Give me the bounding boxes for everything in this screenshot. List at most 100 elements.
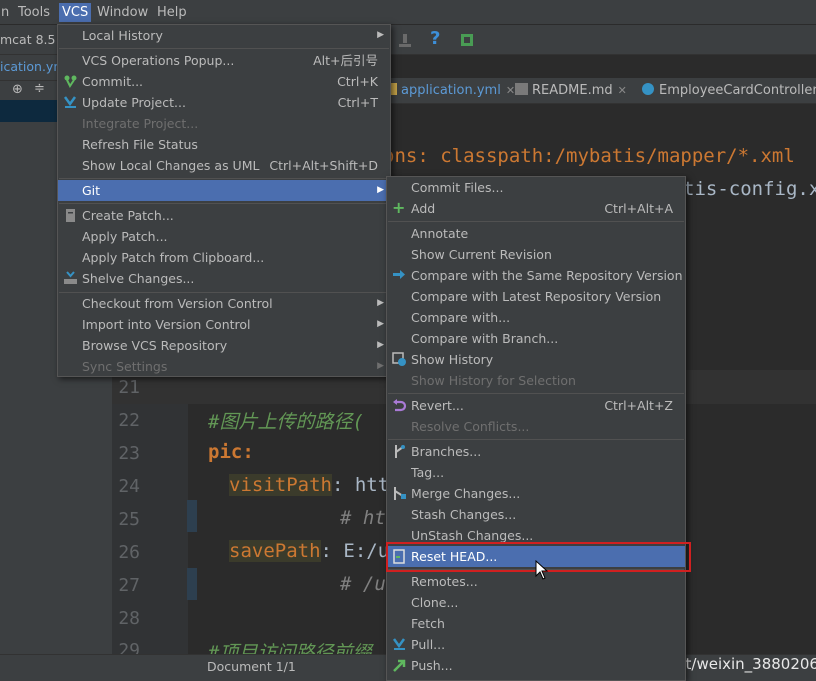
code-value: : htt	[331, 474, 390, 496]
history-icon	[392, 352, 406, 366]
menu-item-label: Tag...	[411, 465, 445, 480]
menu-item-label: Merge Changes...	[411, 486, 521, 501]
menu-item-fetch[interactable]: Fetch	[387, 613, 685, 634]
close-icon[interactable]: ✕	[506, 84, 515, 97]
menu-help[interactable]: Help	[154, 3, 190, 22]
menu-item-label: Commit...	[82, 74, 144, 89]
menu-item-annotate[interactable]: Annotate	[387, 223, 685, 244]
menu-item-compare-latest-repo[interactable]: Compare with Latest Repository Version	[387, 286, 685, 307]
collapse-icon[interactable]: ≑	[34, 81, 45, 96]
menu-item-push[interactable]: Push...	[387, 655, 685, 676]
menu-item-apply-patch-clipboard[interactable]: Apply Patch from Clipboard...	[58, 247, 390, 268]
menu-item-checkout-vcs[interactable]: Checkout from Version Control ▶	[58, 293, 390, 314]
menu-separator	[59, 48, 389, 49]
menu-item-import-vcs[interactable]: Import into Version Control ▶	[58, 314, 390, 335]
menu-item-shortcut: Ctrl+Alt+Z	[604, 398, 673, 413]
code-comment: #图片上传的路径(	[208, 411, 364, 433]
tab-employee-card-controller[interactable]: EmployeeCardController.ja	[642, 78, 816, 104]
line-number: 21	[118, 377, 140, 398]
submenu-arrow-icon: ▶	[377, 30, 384, 40]
code-line: ons: classpath:/mybatis/mapper/*.xml	[383, 145, 795, 167]
menu-vcs[interactable]: VCS	[59, 3, 92, 22]
menu-item-label: Integrate Project...	[82, 116, 199, 131]
menu-item-label: Compare with...	[411, 310, 511, 325]
menu-bar: n Tools VCS Window Help	[0, 0, 816, 25]
menu-item-show-local-changes-uml[interactable]: Show Local Changes as UML Ctrl+Alt+Shift+…	[58, 155, 390, 176]
menu-window[interactable]: Window	[94, 3, 151, 22]
menu-item-label: Compare with Branch...	[411, 331, 559, 346]
submenu-arrow-icon: ▶	[377, 185, 384, 195]
menu-item-commit-files[interactable]: Commit Files...	[387, 177, 685, 198]
menu-item-vcs-operations-popup[interactable]: VCS Operations Popup... Alt+后引号	[58, 50, 390, 71]
menu-item-commit[interactable]: Commit... Ctrl+K	[58, 71, 390, 92]
tab-label: application.yml	[401, 83, 501, 98]
database-icon[interactable]	[458, 31, 476, 49]
tab-label: EmployeeCardController.ja	[659, 83, 816, 98]
help-icon[interactable]: ?	[430, 28, 440, 49]
menu-item-refresh-file-status[interactable]: Refresh File Status	[58, 134, 390, 155]
compare-icon	[393, 270, 405, 279]
tab-readme[interactable]: README.md ✕	[515, 78, 627, 104]
close-icon[interactable]: ✕	[618, 84, 627, 97]
menu-separator	[388, 393, 684, 394]
line-number: 23	[118, 443, 140, 464]
menu-item-merge-changes[interactable]: Merge Changes...	[387, 483, 685, 504]
code-comment: # ht	[340, 507, 386, 529]
menu-item-label: Remotes...	[411, 574, 478, 589]
menu-tools[interactable]: Tools	[15, 3, 53, 22]
menu-separator	[388, 439, 684, 440]
menu-item-pull[interactable]: Pull...	[387, 634, 685, 655]
menu-item-label: Refresh File Status	[82, 137, 198, 152]
menu-item-git[interactable]: Git ▶	[58, 180, 390, 201]
patch-icon	[66, 209, 75, 222]
editor-tabs: application.yml ✕ README.md ✕ EmployeeCard…	[380, 78, 816, 104]
document-indicator[interactable]: Document 1/1	[207, 659, 296, 674]
run-config-selector[interactable]: mcat 8.5▼	[0, 32, 65, 47]
menu-item-label: Commit Files...	[411, 180, 504, 195]
menu-item-shelve-changes[interactable]: Shelve Changes...	[58, 268, 390, 289]
line-number: 26	[118, 542, 140, 563]
menu-item-apply-patch[interactable]: Apply Patch...	[58, 226, 390, 247]
menu-item-label: VCS Operations Popup...	[82, 53, 235, 68]
menu-item-shortcut: Ctrl+Alt+A	[604, 201, 673, 216]
plus-icon: +	[392, 198, 406, 217]
menu-item-label: Compare with the Same Repository Version	[411, 268, 683, 283]
menu-item-label: Checkout from Version Control	[82, 296, 273, 311]
branch-icon	[395, 445, 405, 458]
merge-icon	[394, 487, 406, 500]
menu-item-compare-branch[interactable]: Compare with Branch...	[387, 328, 685, 349]
menu-item-browse-vcs[interactable]: Browse VCS Repository ▶	[58, 335, 390, 356]
settings-icon[interactable]: ⊕	[12, 82, 23, 97]
menu-item-clone[interactable]: Clone...	[387, 592, 685, 613]
submenu-arrow-icon: ▶	[377, 298, 384, 308]
menu-item-label: Show Local Changes as UML	[82, 158, 260, 173]
submenu-arrow-icon: ▶	[377, 340, 384, 350]
vcs-push-icon[interactable]	[396, 31, 414, 49]
menu-separator	[59, 203, 389, 204]
tab-application-yml[interactable]: application.yml ✕	[385, 78, 515, 104]
menu-item-shortcut: Ctrl+Alt+Shift+D	[269, 158, 378, 173]
menu-item-label: Revert...	[411, 398, 464, 413]
menu-item-label: Local History	[82, 28, 163, 43]
menu-item-label: Show Current Revision	[411, 247, 552, 262]
menu-item-stash-changes[interactable]: Stash Changes...	[387, 504, 685, 525]
menu-separator	[388, 221, 684, 222]
menu-item-compare-same-repo[interactable]: Compare with the Same Repository Version	[387, 265, 685, 286]
menu-item-tag[interactable]: Tag...	[387, 462, 685, 483]
menu-item-local-history[interactable]: Local History ▶	[58, 25, 390, 46]
menu-item-show-history[interactable]: Show History	[387, 349, 685, 370]
menu-navigate[interactable]: n	[0, 3, 12, 22]
menu-item-add[interactable]: + Add Ctrl+Alt+A	[387, 198, 685, 219]
menu-item-label: Add	[411, 201, 436, 216]
menu-item-label: Apply Patch from Clipboard...	[82, 250, 265, 265]
menu-item-create-patch[interactable]: Create Patch...	[58, 205, 390, 226]
menu-item-update-project[interactable]: Update Project... Ctrl+T	[58, 92, 390, 113]
menu-item-label: Resolve Conflicts...	[411, 419, 530, 434]
pull-icon	[392, 638, 406, 650]
menu-item-shortcut: Ctrl+T	[337, 95, 378, 110]
menu-item-branches[interactable]: Branches...	[387, 441, 685, 462]
menu-item-revert[interactable]: Revert... Ctrl+Alt+Z	[387, 395, 685, 416]
menu-item-label: UnStash Changes...	[411, 528, 534, 543]
menu-item-compare-with[interactable]: Compare with...	[387, 307, 685, 328]
menu-item-show-current-revision[interactable]: Show Current Revision	[387, 244, 685, 265]
